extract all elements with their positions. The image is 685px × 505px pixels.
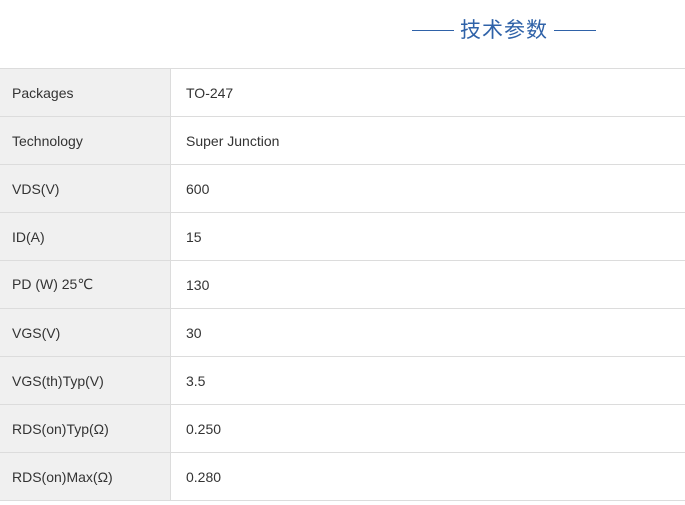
section-title-text: 技术参数: [460, 18, 548, 42]
spec-value: TO-247: [170, 68, 685, 117]
table-row: VGS(V) 30: [0, 308, 685, 357]
spec-label: Technology: [0, 116, 171, 165]
spec-value: 0.250: [170, 404, 685, 453]
spec-value: 600: [170, 164, 685, 213]
heading-left-rule: [412, 29, 454, 31]
spec-label: Packages: [0, 68, 171, 117]
spec-label: VGS(V): [0, 308, 171, 357]
spec-value: Super Junction: [170, 116, 685, 165]
table-row: PD (W) 25℃ 130: [0, 260, 685, 309]
spec-table: Packages TO-247 Technology Super Junctio…: [0, 68, 685, 501]
table-row: VDS(V) 600: [0, 164, 685, 213]
spec-value: 0.280: [170, 452, 685, 501]
table-row: VGS(th)Typ(V) 3.5: [0, 356, 685, 405]
spec-value: 3.5: [170, 356, 685, 405]
spec-value: 15: [170, 212, 685, 261]
spec-value: 30: [170, 308, 685, 357]
table-row: RDS(on)Max(Ω) 0.280: [0, 452, 685, 501]
table-row: Packages TO-247: [0, 68, 685, 117]
section-heading: 技术参数: [0, 14, 685, 46]
spec-label: VGS(th)Typ(V): [0, 356, 171, 405]
spec-label: PD (W) 25℃: [0, 260, 171, 309]
spec-value: 130: [170, 260, 685, 309]
table-row: RDS(on)Typ(Ω) 0.250: [0, 404, 685, 453]
spec-label: RDS(on)Max(Ω): [0, 452, 171, 501]
table-row: Technology Super Junction: [0, 116, 685, 165]
spec-label: ID(A): [0, 212, 171, 261]
table-row: ID(A) 15: [0, 212, 685, 261]
spec-label: VDS(V): [0, 164, 171, 213]
heading-right-rule: [554, 29, 596, 31]
spec-label: RDS(on)Typ(Ω): [0, 404, 171, 453]
